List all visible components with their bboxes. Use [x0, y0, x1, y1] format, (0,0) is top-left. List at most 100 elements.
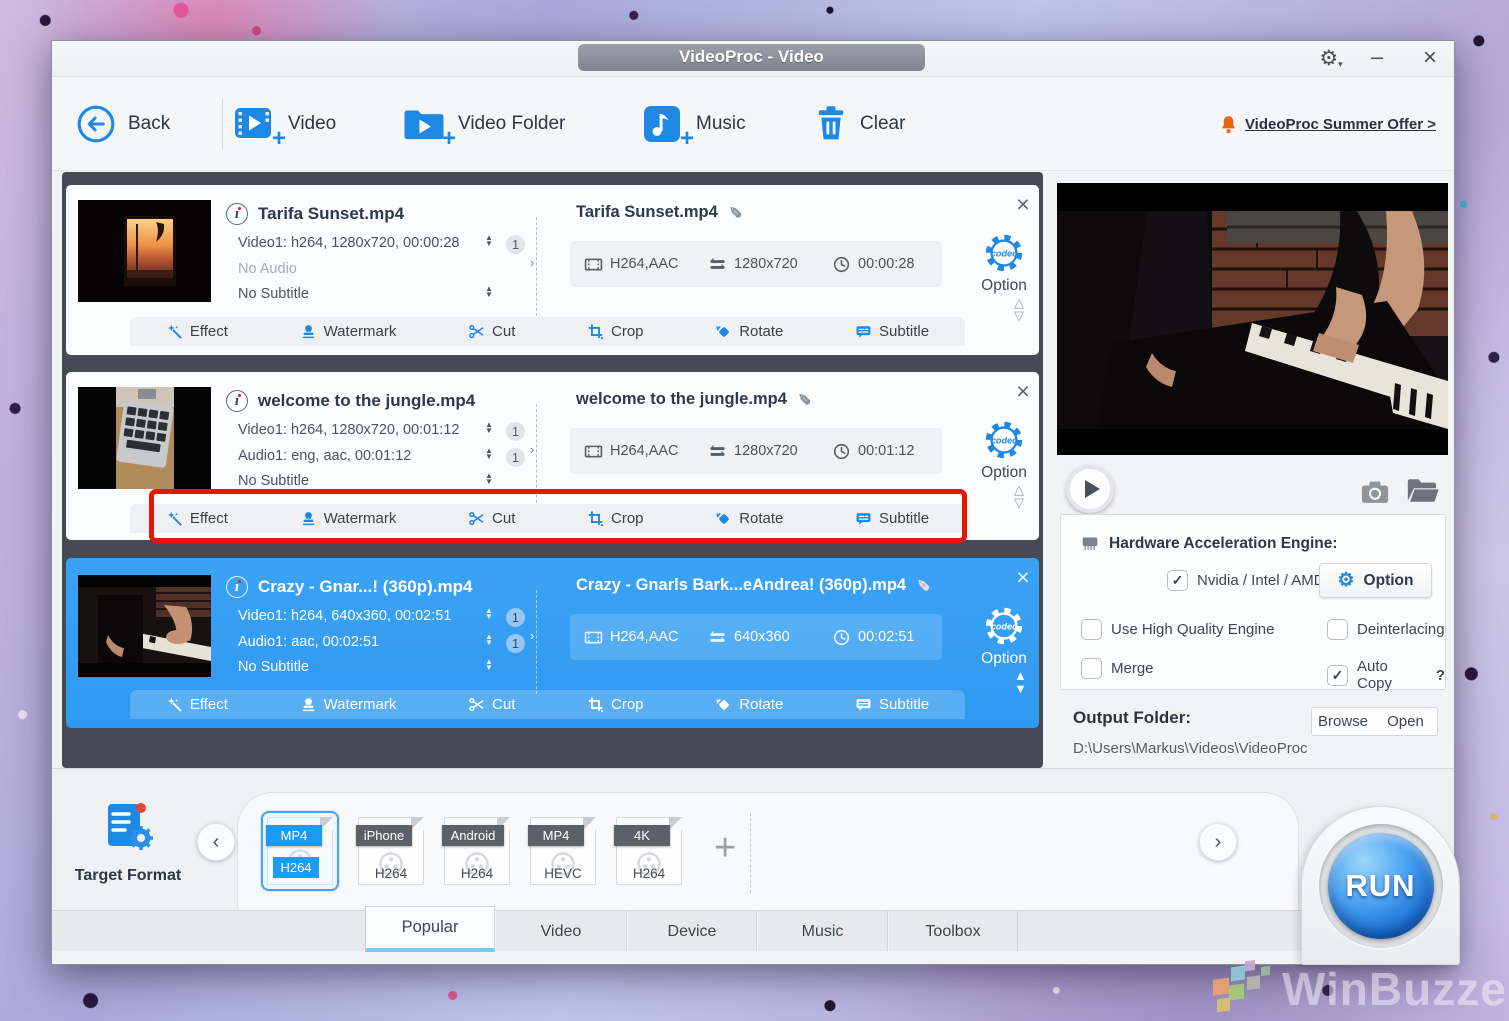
info-icon[interactable]: ı [226, 390, 248, 412]
rename-icon[interactable]: ✎ [725, 205, 745, 218]
reorder-arrows[interactable]: △▽ [1014, 297, 1024, 322]
tab-device[interactable]: Device [627, 911, 757, 952]
format-scroll-right-button[interactable]: › [1199, 823, 1237, 861]
add-video-icon: + [232, 104, 276, 144]
clear-button[interactable]: Clear [814, 77, 905, 171]
reorder-arrows[interactable]: ▲▼ [1014, 670, 1027, 695]
watermark-button[interactable]: Watermark [300, 323, 397, 340]
auto-copy-checkbox[interactable] [1327, 665, 1348, 686]
back-arrow-icon [76, 104, 116, 144]
page-fold [583, 817, 596, 830]
crop-button[interactable]: Crop [587, 696, 644, 713]
crop-button[interactable]: Crop [587, 510, 644, 527]
rotate-button[interactable]: Rotate [715, 510, 783, 527]
remove-file-button[interactable]: × [1010, 378, 1036, 404]
tab-music[interactable]: Music [757, 911, 888, 952]
rotate-button[interactable]: Rotate [715, 696, 783, 713]
reorder-arrows[interactable]: △▽ [1014, 484, 1024, 509]
subtitle-selector[interactable]: ▲▼ [483, 659, 495, 671]
format-card[interactable]: MP4 HEVC [530, 817, 596, 885]
deinterlacing-checkbox[interactable] [1327, 619, 1348, 640]
clear-label: Clear [860, 113, 905, 135]
output-duration: 00:02:51 [858, 629, 914, 645]
close-button[interactable]: × [1414, 46, 1446, 70]
crop-button[interactable]: Crop [587, 323, 644, 340]
track-count-badge: 1 [506, 235, 525, 254]
minimize-button[interactable]: – [1362, 46, 1392, 68]
hardware-option-button[interactable]: ⚙ Option [1319, 563, 1432, 598]
cut-button[interactable]: Cut [468, 510, 515, 527]
watermark-button[interactable]: Watermark [300, 696, 397, 713]
tab-popular[interactable]: Popular [365, 906, 495, 952]
summer-offer-link[interactable]: VideoProc Summer Offer > [1220, 77, 1436, 171]
wand-icon [166, 510, 183, 527]
format-card[interactable]: iPhone H264 [358, 817, 424, 885]
gpu-checkbox[interactable] [1167, 570, 1188, 591]
rename-icon[interactable]: ✎ [913, 578, 933, 591]
audio-selector[interactable]: ▲▼ [483, 634, 495, 646]
scissors-icon [468, 696, 485, 713]
codec-option-button[interactable]: Option [962, 603, 1046, 668]
open-button[interactable]: Open [1374, 707, 1438, 736]
stamp-icon [300, 510, 317, 527]
track-selector[interactable]: ▲▼ [483, 608, 495, 620]
format-codec: H264 [273, 857, 319, 878]
format-codec: H264 [359, 866, 423, 881]
back-button[interactable]: Back [76, 77, 170, 171]
effect-button[interactable]: Effect [166, 696, 228, 713]
track-selector[interactable]: ▲▼ [483, 235, 495, 247]
subtitle-selector[interactable]: ▲▼ [483, 473, 495, 485]
format-scroll-left-button[interactable]: ‹ [197, 823, 235, 861]
format-card[interactable]: 4K H264 [616, 817, 682, 885]
tab-video[interactable]: Video [495, 911, 627, 952]
tab-toolbox[interactable]: Toolbox [888, 911, 1018, 952]
play-button[interactable] [1066, 465, 1114, 513]
snapshot-camera-icon[interactable] [1360, 480, 1390, 504]
subtitle-button[interactable]: Subtitle [855, 696, 929, 713]
add-format-button[interactable]: + [714, 827, 736, 870]
video-preview[interactable] [1057, 183, 1448, 455]
run-button[interactable]: RUN [1328, 833, 1434, 939]
format-card[interactable]: Android H264 [444, 817, 510, 885]
cut-button[interactable]: Cut [468, 323, 515, 340]
info-icon[interactable]: ı [226, 576, 248, 598]
effect-button[interactable]: Effect [166, 323, 228, 340]
watermark-button[interactable]: Watermark [300, 510, 397, 527]
track-selector[interactable]: ▲▼ [483, 422, 495, 434]
rename-icon[interactable]: ✎ [794, 392, 814, 405]
subtitle-button[interactable]: Subtitle [855, 510, 929, 527]
crop-icon [587, 696, 604, 713]
info-icon[interactable]: ı [226, 203, 248, 225]
subtitle-button[interactable]: Subtitle [855, 323, 929, 340]
open-folder-icon[interactable] [1406, 477, 1440, 504]
browse-button[interactable]: Browse [1311, 707, 1375, 736]
cut-button[interactable]: Cut [468, 696, 515, 713]
add-video-button[interactable]: + Video [232, 77, 336, 171]
remove-file-button[interactable]: × [1010, 191, 1036, 217]
file-row-selected[interactable]: ı Crazy - Gnar...! (360p).mp4 Video1: h2… [66, 558, 1039, 728]
rotate-icon [715, 696, 732, 713]
expand-chevron-icon[interactable]: › [530, 630, 534, 642]
file-row[interactable]: ı Tarifa Sunset.mp4 Video1: h264, 1280x7… [66, 185, 1039, 355]
codec-option-button[interactable]: Option [962, 230, 1046, 295]
rotate-button[interactable]: Rotate [715, 323, 783, 340]
format-name: MP4 [266, 825, 322, 846]
subtitle-icon [855, 323, 872, 340]
effect-button[interactable]: Effect [166, 510, 228, 527]
add-video-folder-button[interactable]: + Video Folder [402, 77, 565, 171]
high-quality-checkbox[interactable] [1081, 619, 1102, 640]
audio-selector[interactable]: ▲▼ [483, 448, 495, 460]
settings-gear-icon[interactable]: ⚙▾ [1314, 46, 1348, 71]
merge-checkbox[interactable] [1081, 658, 1102, 679]
expand-chevron-icon[interactable]: › [530, 444, 534, 456]
subtitle-selector[interactable]: ▲▼ [483, 286, 495, 298]
offer-label[interactable]: VideoProc Summer Offer > [1245, 116, 1436, 133]
format-card-selected[interactable]: MP4 H264 [261, 811, 339, 891]
expand-chevron-icon[interactable]: › [530, 257, 534, 269]
add-music-icon: + [640, 104, 684, 144]
add-music-button[interactable]: + Music [640, 77, 746, 171]
codec-option-button[interactable]: Option [962, 417, 1046, 482]
help-icon[interactable]: ? [1436, 667, 1445, 684]
remove-file-button[interactable]: × [1010, 564, 1036, 590]
file-row[interactable]: ı welcome to the jungle.mp4 Video1: h264… [66, 372, 1039, 540]
